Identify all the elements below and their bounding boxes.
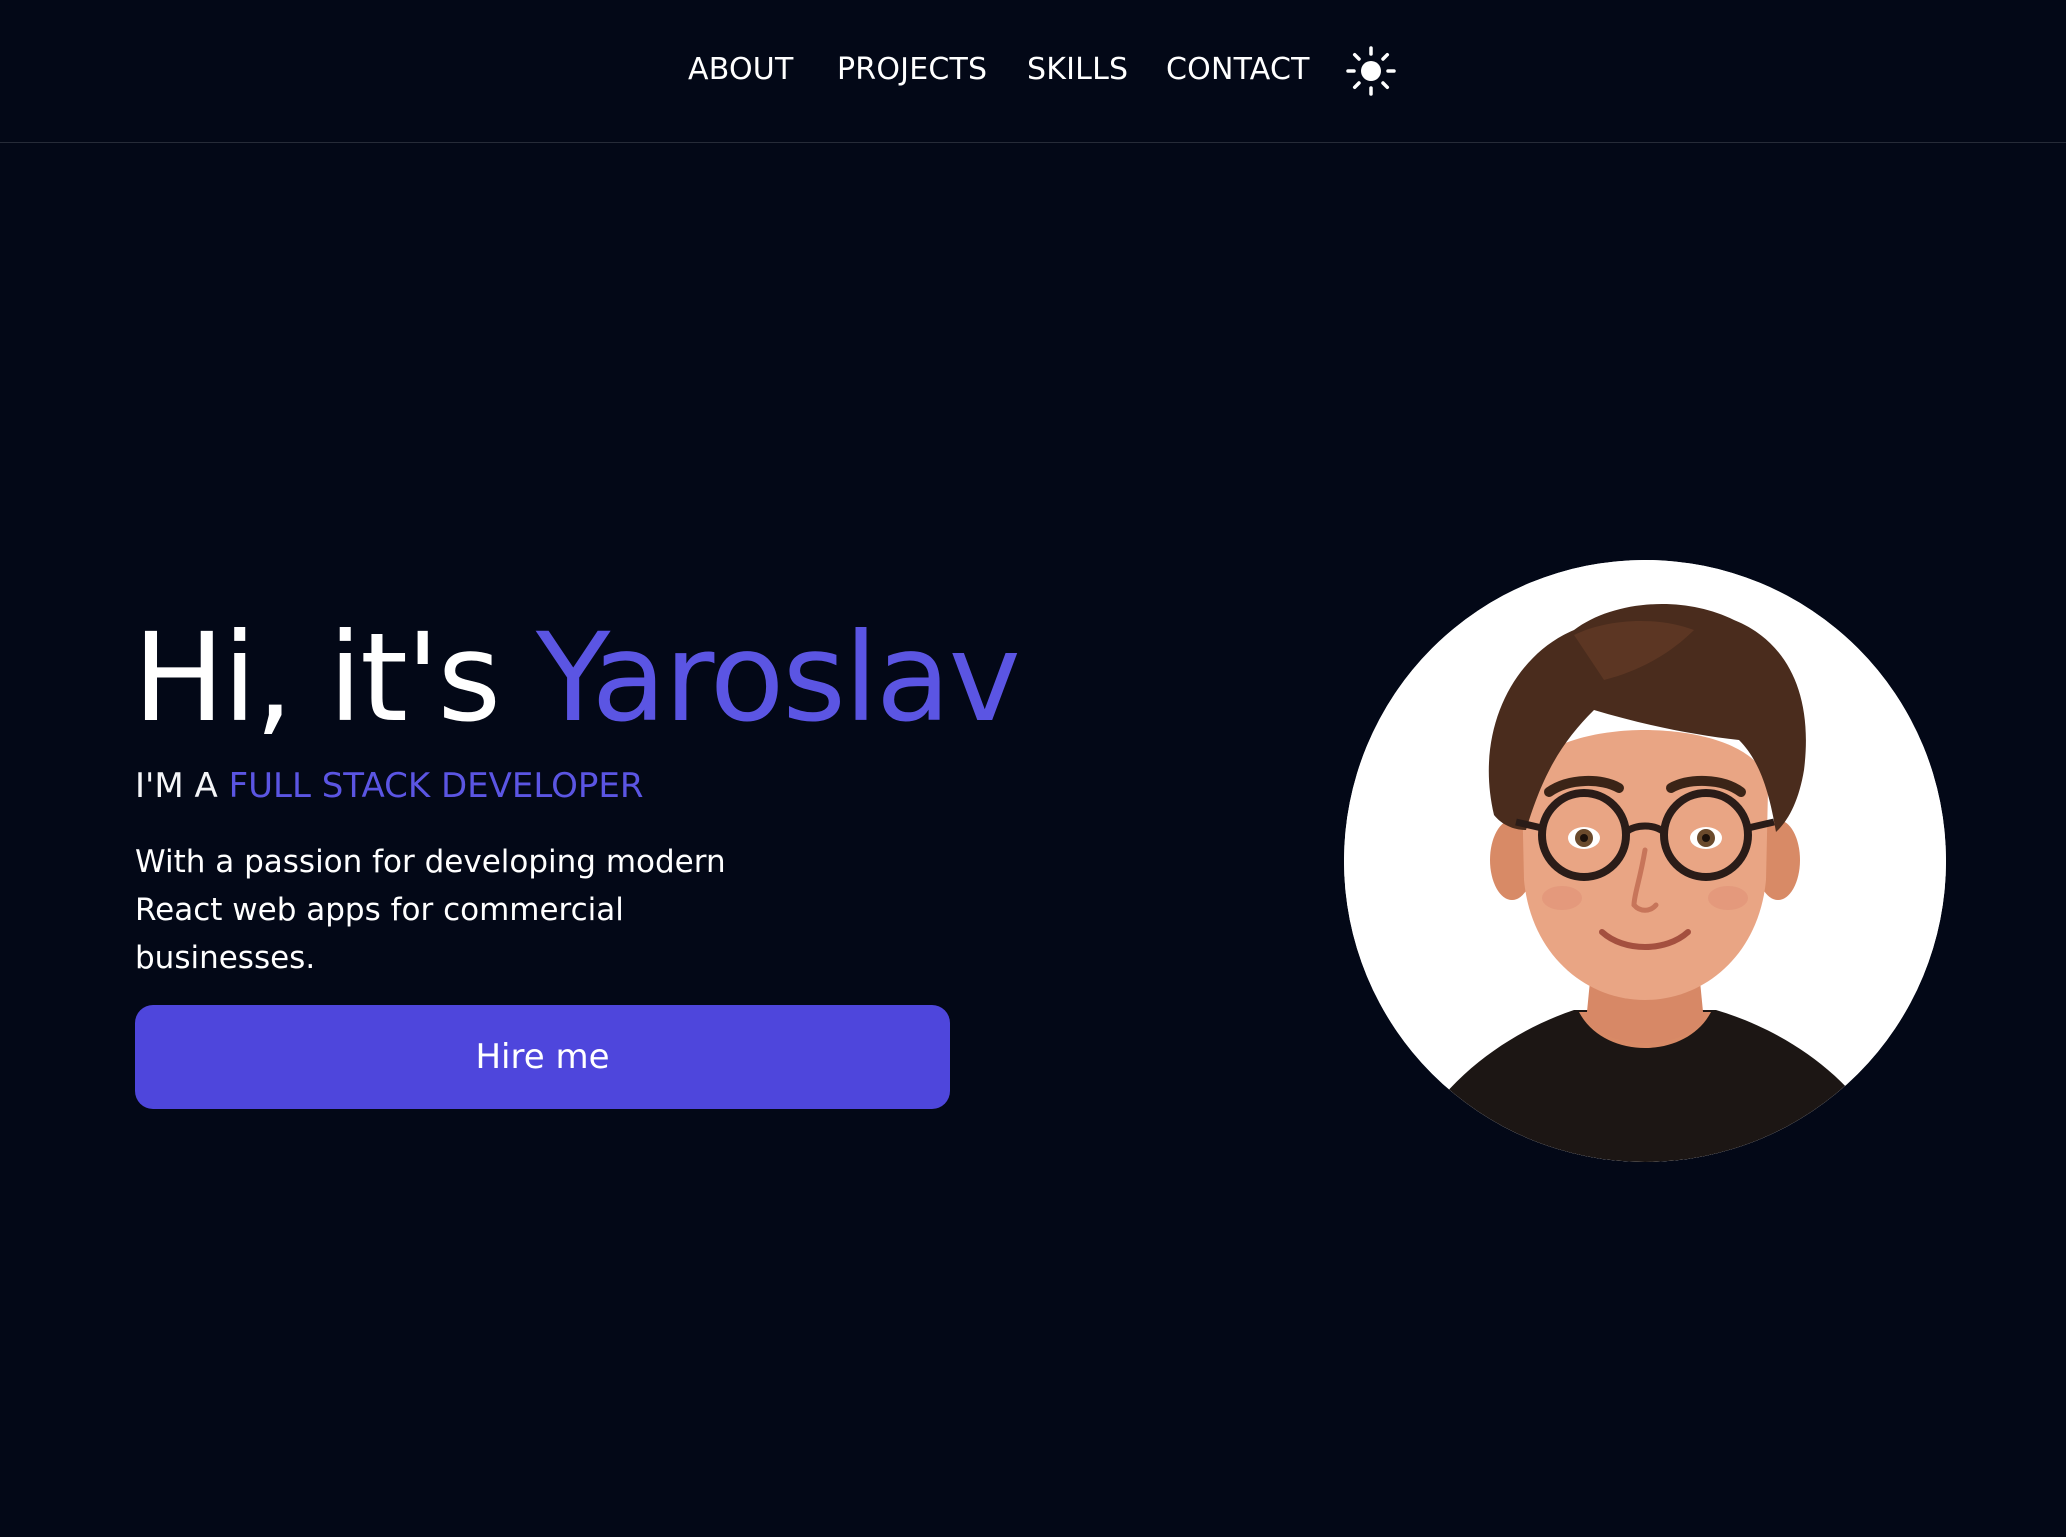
hero-subtitle-role: FULL STACK DEVELOPER [228,766,644,806]
hero-title-greeting: Hi, it's [133,607,536,749]
hire-me-button[interactable]: Hire me [135,1005,950,1109]
sun-icon [1346,46,1396,96]
hero-title-name: Yaroslav [535,607,1021,749]
hero-description: With a passion for developing modern Rea… [135,844,726,976]
nav-skills-link[interactable]: SKILLS [1027,50,1128,90]
nav-about-link[interactable]: ABOUT [688,50,793,90]
top-navbar: ABOUT PROJECTS SKILLS CONTACT [0,0,2066,143]
avatar [1344,560,1946,1162]
hero-subtitle-prefix: I'M A [135,766,229,806]
avatar-illustration [1344,560,1946,1162]
nav-contact-link[interactable]: CONTACT [1166,50,1310,90]
hero-subtitle: I'M A FULL STACK DEVELOPER [135,764,643,808]
theme-toggle-button[interactable] [1346,46,1396,96]
nav-projects-link[interactable]: PROJECTS [837,50,987,90]
hero-title: Hi, it's Yaroslav [133,607,1021,749]
